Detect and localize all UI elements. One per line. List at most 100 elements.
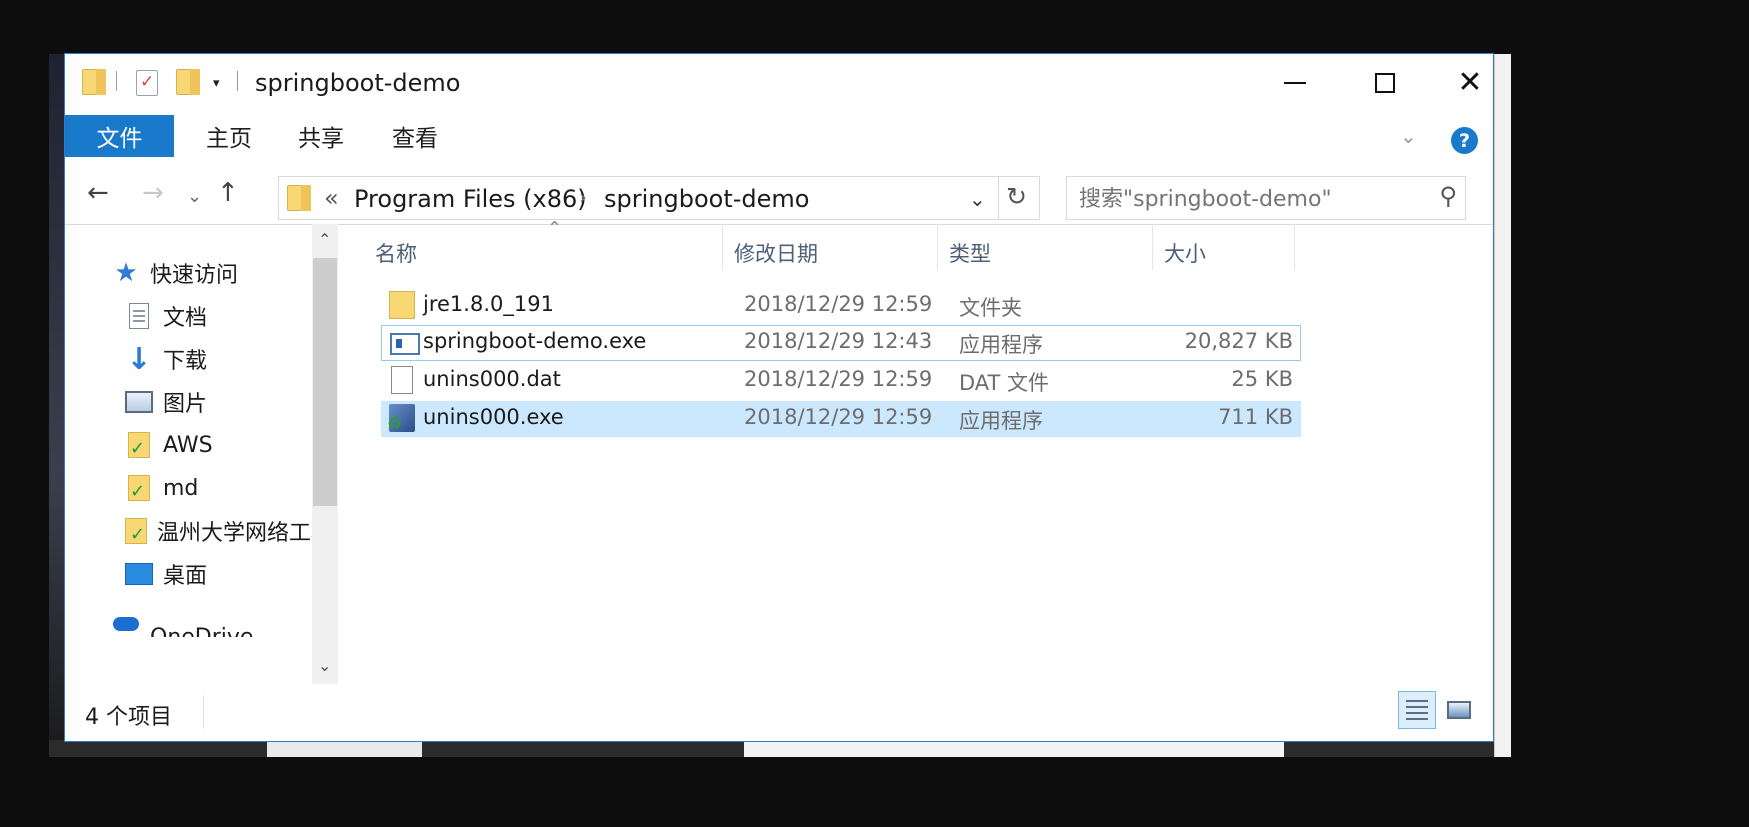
column-divider[interactable] (1152, 224, 1153, 270)
breadcrumb-separator[interactable]: › (579, 185, 587, 209)
details-view-button[interactable] (1398, 691, 1436, 729)
file-name: springboot-demo.exe (423, 329, 647, 353)
new-folder-icon (176, 69, 200, 95)
folder-icon (82, 69, 106, 95)
navigation-scrollbar[interactable]: ⌃ ⌄ (312, 224, 338, 684)
recent-locations-chevron-icon[interactable]: ⌄ (187, 184, 202, 210)
nav-item-label: OneDrive (150, 624, 254, 638)
item-count: 4 个项目 (85, 705, 172, 730)
nav-item-documents[interactable]: 文档 (125, 296, 207, 336)
pictures-icon (125, 388, 153, 416)
help-icon[interactable]: ? (1451, 127, 1478, 154)
nav-item-label: AWS (163, 432, 213, 458)
column-header-name[interactable]: 名称 (375, 238, 417, 268)
column-header-size[interactable]: 大小 (1164, 238, 1206, 268)
nav-item-label: 快速访问 (150, 263, 239, 288)
breadcrumb-springboot-demo[interactable]: springboot-demo (604, 185, 809, 213)
minimize-icon (1284, 82, 1306, 84)
file-type: DAT 文件 (959, 371, 1050, 395)
address-dropdown-icon[interactable]: ⌄ (969, 187, 986, 211)
breadcrumb-program-files[interactable]: Program Files (x86) (354, 185, 587, 213)
close-button[interactable]: ✕ (1446, 66, 1494, 100)
scroll-down-icon[interactable]: ⌄ (318, 656, 331, 675)
nav-item-label: 文档 (163, 306, 208, 331)
nav-quick-access[interactable]: ★ 快速访问 (112, 253, 238, 293)
nav-item-wenzhou-university[interactable]: 温州大学网络工程 (125, 511, 312, 551)
tab-home[interactable]: 主页 (183, 115, 275, 157)
column-divider[interactable] (722, 224, 723, 270)
nav-item-label: 图片 (163, 392, 208, 417)
toolbar-divider (116, 71, 117, 91)
title-bar: ▾ springboot-demo ✕ (65, 54, 1493, 112)
details-view-icon (1406, 700, 1428, 720)
up-arrow-icon[interactable]: ↑ (217, 180, 239, 206)
synced-folder-icon (125, 431, 153, 459)
background-pane (744, 740, 1284, 757)
file-type: 应用程序 (959, 409, 1043, 433)
nav-item-onedrive[interactable]: OneDrive (112, 597, 253, 637)
file-name: unins000.dat (423, 367, 561, 391)
forward-arrow-icon[interactable]: → (142, 180, 164, 206)
background-taskbar-strip (49, 740, 1509, 757)
background-pane (267, 740, 422, 757)
file-size: 711 KB (1218, 405, 1293, 429)
search-icon[interactable]: ⚲ (1439, 182, 1457, 210)
nav-item-pictures[interactable]: 图片 (125, 382, 207, 422)
synced-folder-icon (125, 517, 147, 545)
search-input[interactable] (1077, 182, 1411, 216)
navigation-bar: ← → ⌄ ↑ « Program Files (x86) › springbo… (65, 158, 1493, 225)
quick-access-star-icon: ★ (114, 258, 138, 288)
nav-item-label: md (163, 475, 199, 501)
file-list: ⌃ 名称 修改日期 类型 大小 jre1.8.0_191 2018/12/29 … (351, 218, 1493, 684)
window-title: springboot-demo (255, 69, 461, 97)
nav-item-label: 温州大学网络工程 (157, 521, 312, 546)
column-header-type[interactable]: 类型 (949, 238, 991, 268)
expand-ribbon-icon[interactable]: ⌄ (1400, 124, 1417, 148)
sort-ascending-icon: ⌃ (547, 218, 563, 239)
new-folder-button[interactable] (176, 67, 200, 97)
table-row[interactable]: unins000.dat 2018/12/29 12:59 DAT 文件 25 … (381, 363, 1301, 399)
scroll-up-icon[interactable]: ⌃ (318, 230, 331, 249)
toolbar-divider (237, 71, 238, 91)
file-name: jre1.8.0_191 (423, 292, 554, 316)
onedrive-icon (112, 603, 140, 631)
column-divider[interactable] (1294, 224, 1295, 270)
scrollbar-thumb[interactable] (313, 258, 337, 506)
properties-icon[interactable] (136, 70, 158, 96)
tab-view[interactable]: 查看 (367, 115, 463, 157)
file-size: 25 KB (1231, 367, 1293, 391)
background-window-left (49, 54, 65, 757)
folder-icon (389, 291, 415, 319)
exe-icon (390, 333, 420, 355)
minimize-button[interactable] (1266, 66, 1324, 100)
close-icon: ✕ (1457, 65, 1483, 100)
file-modified: 2018/12/29 12:43 (744, 329, 933, 353)
address-divider (998, 177, 999, 219)
tab-file[interactable]: 文件 (65, 115, 174, 157)
column-divider[interactable] (937, 224, 938, 270)
maximize-button[interactable] (1356, 66, 1414, 100)
quick-access-folder-icon[interactable] (82, 67, 106, 97)
column-header-modified[interactable]: 修改日期 (734, 238, 818, 268)
search-box[interactable]: ⚲ (1066, 176, 1466, 220)
nav-item-md[interactable]: md (125, 468, 198, 508)
file-type: 文件夹 (959, 296, 1022, 320)
customize-toolbar-dropdown-icon[interactable]: ▾ (213, 76, 220, 91)
table-row[interactable]: springboot-demo.exe 2018/12/29 12:43 应用程… (381, 325, 1301, 361)
large-icons-view-button[interactable] (1440, 691, 1478, 729)
back-arrow-icon[interactable]: ← (87, 180, 109, 206)
file-size: 20,827 KB (1184, 329, 1293, 353)
address-bar[interactable]: « Program Files (x86) › springboot-demo … (278, 176, 1040, 220)
nav-item-label: 桌面 (163, 564, 208, 589)
file-type: 应用程序 (959, 333, 1043, 357)
file-modified: 2018/12/29 12:59 (744, 292, 933, 316)
desktop-icon (125, 560, 153, 588)
nav-item-desktop[interactable]: 桌面 (125, 554, 207, 594)
refresh-icon[interactable]: ↻ (1006, 182, 1027, 211)
table-row[interactable]: unins000.exe 2018/12/29 12:59 应用程序 711 K… (381, 401, 1301, 437)
nav-item-aws[interactable]: AWS (125, 425, 213, 465)
address-overflow[interactable]: « (324, 184, 339, 212)
table-row[interactable]: jre1.8.0_191 2018/12/29 12:59 文件夹 (381, 288, 1301, 324)
nav-item-downloads[interactable]: ↓ 下载 (125, 339, 207, 379)
tab-share[interactable]: 共享 (275, 115, 367, 157)
